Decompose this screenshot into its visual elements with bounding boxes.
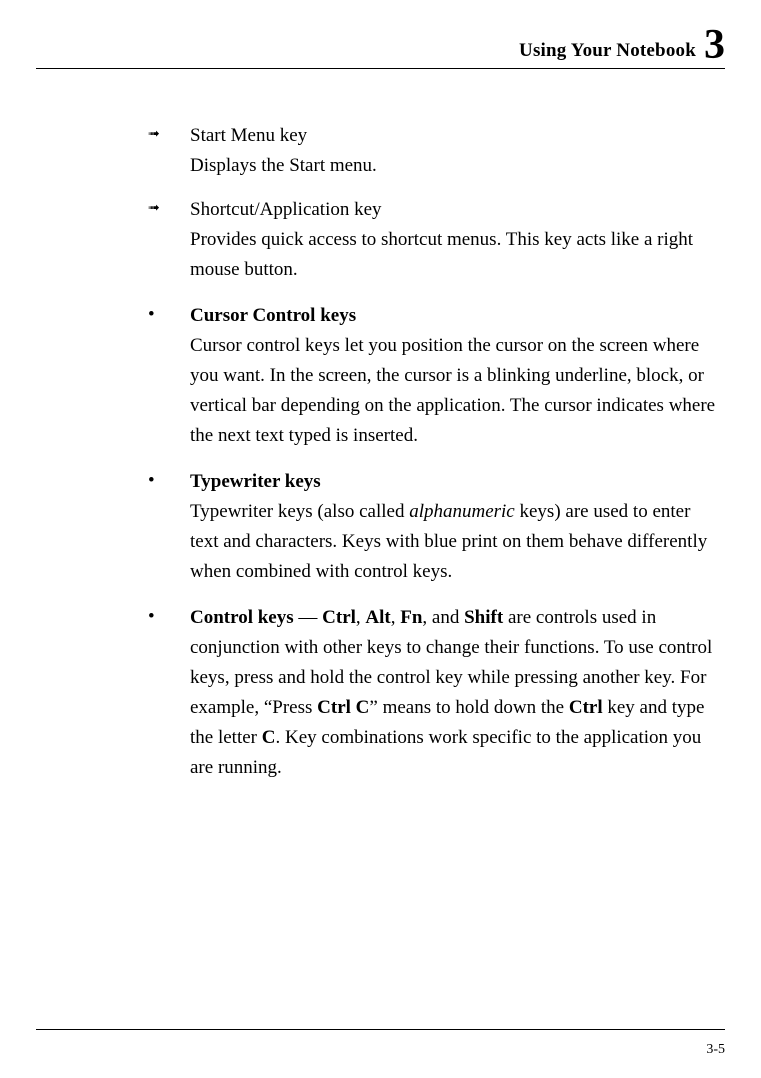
list-item-body: Control keys — Ctrl, Alt, Fn, and Shift … bbox=[190, 603, 723, 783]
key-name: Ctrl bbox=[569, 697, 603, 718]
list-item-body: Cursor Control keys Cursor control keys … bbox=[190, 301, 723, 451]
list-item: • Cursor Control keys Cursor control key… bbox=[148, 301, 723, 451]
header-title: Using Your Notebook bbox=[519, 40, 696, 62]
item-desc: Provides quick access to shortcut menus.… bbox=[190, 229, 693, 280]
bullet-icon: • bbox=[148, 467, 190, 587]
item-text: Cursor control keys let you position the… bbox=[190, 335, 715, 446]
page-footer: 3-5 bbox=[36, 1029, 725, 1058]
bullet-icon: • bbox=[148, 603, 190, 783]
dash: — bbox=[294, 607, 323, 628]
arrow-bullet-icon: ➟ bbox=[148, 121, 190, 181]
key-name: Fn bbox=[400, 607, 422, 628]
list-item: ➟ Start Menu key Displays the Start menu… bbox=[148, 121, 723, 181]
key-name: Alt bbox=[365, 607, 390, 628]
page: Using Your Notebook 3 ➟ Start Menu key D… bbox=[0, 0, 761, 1078]
sep: , and bbox=[422, 607, 464, 628]
arrow-bullet-icon: ➟ bbox=[148, 195, 190, 285]
key-name: C bbox=[262, 727, 276, 748]
item-heading: Typewriter keys bbox=[190, 471, 321, 492]
page-header: Using Your Notebook 3 bbox=[36, 22, 725, 69]
item-desc: Displays the Start menu. bbox=[190, 155, 377, 176]
sep: , bbox=[356, 607, 366, 628]
item-text: ” means to hold down the bbox=[369, 697, 568, 718]
item-heading: Control keys bbox=[190, 607, 294, 628]
key-name: Shift bbox=[464, 607, 503, 628]
list-item-body: Start Menu key Displays the Start menu. bbox=[190, 121, 723, 181]
list-item-body: Typewriter keys Typewriter keys (also ca… bbox=[190, 467, 723, 587]
page-number: 3-5 bbox=[706, 1042, 725, 1057]
list-item: ➟ Shortcut/Application key Provides quic… bbox=[148, 195, 723, 285]
sub-bullet-list: ➟ Start Menu key Displays the Start menu… bbox=[148, 121, 723, 285]
italic-term: alphanumeric bbox=[409, 501, 515, 522]
list-item: • Typewriter keys Typewriter keys (also … bbox=[148, 467, 723, 587]
item-title: Shortcut/Application key bbox=[190, 195, 723, 225]
list-item: • Control keys — Ctrl, Alt, Fn, and Shif… bbox=[148, 603, 723, 783]
bullet-icon: • bbox=[148, 301, 190, 451]
list-item-body: Shortcut/Application key Provides quick … bbox=[190, 195, 723, 285]
content-area: ➟ Start Menu key Displays the Start menu… bbox=[36, 121, 725, 1029]
item-text-pre: Typewriter keys (also called bbox=[190, 501, 409, 522]
key-combo: Ctrl C bbox=[317, 697, 369, 718]
sep: , bbox=[391, 607, 401, 628]
item-heading: Cursor Control keys bbox=[190, 305, 356, 326]
item-title: Start Menu key bbox=[190, 121, 723, 151]
chapter-number: 3 bbox=[704, 24, 725, 66]
key-name: Ctrl bbox=[322, 607, 356, 628]
